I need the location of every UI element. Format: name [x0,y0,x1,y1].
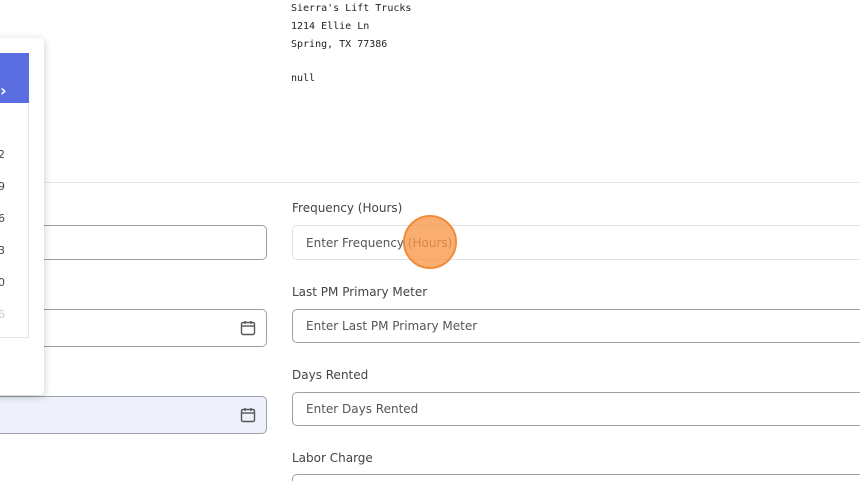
click-indicator [403,215,457,269]
frequency-label: Frequency (Hours) [292,201,403,215]
day-cell[interactable]: 6 [0,212,5,225]
day-cell[interactable]: 3 [0,244,5,257]
day-cell[interactable]: 9 [0,180,5,193]
customer-address: Sierra's Lift Trucks 1214 Ellie Ln Sprin… [291,0,411,88]
address-line-extra: null [291,73,316,84]
calendar-icon[interactable] [240,407,256,423]
address-line-street: 1214 Ellie Ln [291,21,370,32]
datepicker-header: › [0,53,29,103]
days-rented-input[interactable]: Enter Days Rented [292,392,860,426]
last-pm-meter-label: Last PM Primary Meter [292,285,428,299]
last-pm-meter-input[interactable]: Enter Last PM Primary Meter [292,309,860,343]
left-date-field-active[interactable] [0,396,267,434]
datepicker-calendar-grid: at 2 9 6 3 0 6 [0,104,29,338]
next-month-icon[interactable]: › [0,81,7,100]
day-cell[interactable]: 0 [0,276,5,289]
address-line-city: Spring, TX 77386 [291,39,388,50]
address-line-company: Sierra's Lift Trucks [291,3,412,14]
labor-charge-label: Labor Charge [292,451,373,465]
days-rented-placeholder: Enter Days Rented [306,402,419,416]
section-divider [0,182,860,183]
days-rented-label: Days Rented [292,368,369,382]
labor-charge-input[interactable] [292,474,860,481]
last-pm-meter-placeholder: Enter Last PM Primary Meter [306,319,478,333]
datepicker-popup: › at 2 9 6 3 0 6 [0,38,44,395]
frequency-input[interactable]: Enter Frequency (Hours) [292,225,860,260]
day-cell[interactable]: 6 [0,308,5,321]
day-cell[interactable]: 2 [0,148,5,161]
calendar-icon[interactable] [240,320,256,336]
